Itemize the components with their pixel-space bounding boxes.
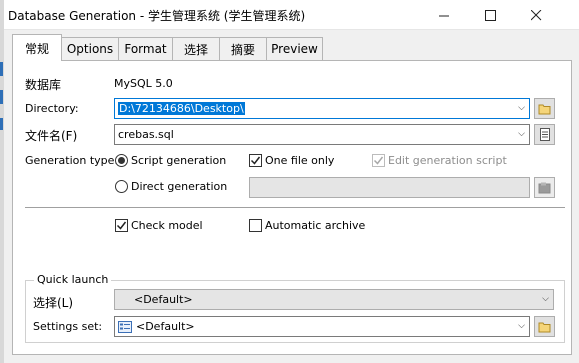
automatic-archive-label[interactable]: Automatic archive bbox=[265, 219, 365, 232]
selection-combobox[interactable]: <Default> ⌵ bbox=[114, 289, 554, 310]
radio-selected-dot bbox=[118, 157, 125, 164]
directory-value: D:\72134686\Desktop\ bbox=[118, 102, 245, 115]
tab-label: 常规 bbox=[24, 41, 49, 56]
edit-generation-script-checkbox[interactable] bbox=[372, 154, 385, 167]
dbms-value: MySQL 5.0 bbox=[114, 77, 173, 90]
minimize-button[interactable] bbox=[421, 0, 467, 30]
minimize-icon bbox=[438, 15, 449, 16]
check-model-label[interactable]: Check model bbox=[131, 219, 203, 232]
close-button[interactable] bbox=[513, 0, 559, 30]
title-bar[interactable]: Database Generation - 学生管理系统 (学生管理系统) bbox=[4, 0, 579, 30]
settings-set-label: Settings set: bbox=[33, 320, 103, 333]
one-file-only-label[interactable]: One file only bbox=[265, 154, 334, 167]
directory-combobox[interactable]: D:\72134686\Desktop\ ⌵ bbox=[114, 98, 530, 119]
filename-value: crebas.sql bbox=[118, 128, 174, 141]
tab-general[interactable]: 常规 bbox=[12, 34, 62, 61]
edit-generation-script-label: Edit generation script bbox=[388, 154, 507, 167]
checkmark-icon bbox=[250, 156, 261, 165]
selection-value: <Default> bbox=[134, 293, 193, 306]
data-source-button bbox=[534, 177, 555, 198]
background-window-strip bbox=[0, 0, 4, 363]
tab-format[interactable]: Format bbox=[118, 37, 173, 60]
automatic-archive-checkbox[interactable] bbox=[249, 219, 262, 232]
selection-label: 选择(L) bbox=[33, 296, 74, 310]
folder-icon bbox=[538, 104, 550, 114]
direct-generation-label[interactable]: Direct generation bbox=[131, 180, 227, 193]
maximize-button[interactable] bbox=[467, 0, 513, 30]
filename-label: 文件名(F) bbox=[25, 129, 78, 143]
window-title: Database Generation - 学生管理系统 (学生管理系统) bbox=[8, 9, 306, 23]
database-connect-icon bbox=[538, 182, 551, 193]
settings-set-combobox[interactable]: <Default> ⌵ bbox=[114, 316, 530, 337]
script-generation-radio[interactable] bbox=[115, 154, 128, 167]
folder-icon bbox=[538, 322, 550, 332]
checkmark-icon bbox=[373, 156, 384, 165]
one-file-only-checkbox[interactable] bbox=[249, 154, 262, 167]
background-mark bbox=[0, 62, 3, 76]
maximize-icon bbox=[484, 9, 496, 21]
tab-options[interactable]: Options bbox=[61, 37, 119, 60]
tab-label: Options bbox=[66, 42, 114, 56]
tab-label: Format bbox=[124, 42, 167, 56]
settings-list-icon bbox=[118, 320, 132, 333]
browse-directory-button[interactable] bbox=[534, 98, 555, 119]
script-generation-label[interactable]: Script generation bbox=[131, 154, 226, 167]
generation-type-label: Generation type: bbox=[25, 154, 119, 167]
tab-label: 选择 bbox=[183, 42, 208, 57]
dbms-label: 数据库 bbox=[25, 78, 62, 92]
tab-label: Preview bbox=[271, 42, 318, 56]
close-icon bbox=[530, 9, 541, 20]
general-tab-panel: 数据库 MySQL 5.0 Directory: D:\72134686\Des… bbox=[12, 60, 572, 355]
quick-launch-title: Quick launch bbox=[34, 273, 112, 286]
tab-preview[interactable]: Preview bbox=[266, 37, 323, 60]
chevron-down-icon[interactable]: ⌵ bbox=[542, 294, 549, 304]
separator bbox=[25, 207, 565, 208]
background-mark bbox=[0, 118, 3, 130]
checkmark-icon bbox=[116, 221, 127, 230]
check-model-checkbox[interactable] bbox=[115, 219, 128, 232]
filename-combobox[interactable]: crebas.sql ⌵ bbox=[114, 124, 530, 145]
browse-settings-button[interactable] bbox=[534, 316, 555, 337]
chevron-down-icon[interactable]: ⌵ bbox=[518, 129, 525, 139]
document-icon bbox=[539, 128, 550, 141]
edit-file-button[interactable] bbox=[534, 124, 555, 145]
settings-set-value: <Default> bbox=[136, 320, 195, 333]
tab-selection[interactable]: 选择 bbox=[172, 37, 220, 60]
data-source-field bbox=[249, 177, 530, 198]
tab-summary[interactable]: 摘要 bbox=[219, 37, 267, 60]
chevron-down-icon[interactable]: ⌵ bbox=[518, 321, 525, 331]
directory-label: Directory: bbox=[25, 102, 79, 115]
chevron-down-icon[interactable]: ⌵ bbox=[518, 103, 525, 113]
background-mark bbox=[0, 90, 3, 104]
tab-label: 摘要 bbox=[230, 42, 255, 57]
direct-generation-radio[interactable] bbox=[115, 180, 128, 193]
